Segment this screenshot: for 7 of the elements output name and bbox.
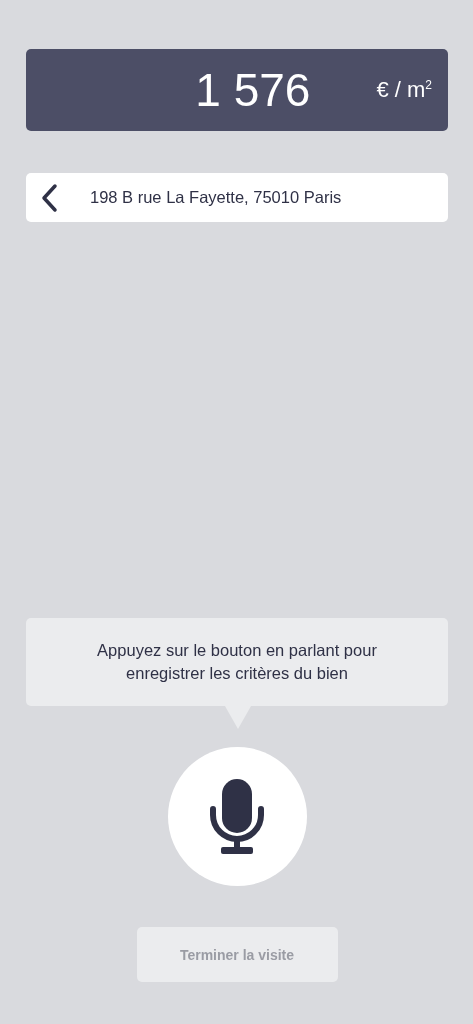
- microphone-icon: [210, 778, 264, 855]
- hint-text: Appuyez sur le bouton en parlant pour enregistrer les critères du bien: [96, 640, 378, 684]
- price-unit: € / m$^{2}$: [376, 77, 432, 103]
- price-value: 1 576: [195, 63, 311, 117]
- back-icon: [40, 182, 58, 213]
- address-text: 198 B rue La Fayette, 75010 Paris: [90, 188, 342, 207]
- back-button[interactable]: [40, 182, 58, 213]
